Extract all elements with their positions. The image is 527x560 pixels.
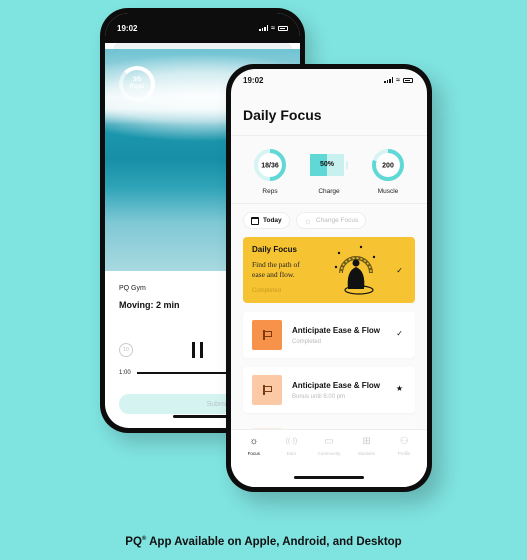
calendar-icon bbox=[251, 216, 259, 225]
page-title: Daily Focus bbox=[231, 91, 427, 136]
task-title: Anticipate Ease & Flow bbox=[292, 325, 381, 335]
caption-text: App Available on Apple, Android, and Des… bbox=[146, 536, 402, 548]
reps-label: Reps bbox=[262, 188, 278, 195]
flag-icon-tile bbox=[252, 375, 282, 405]
system-icons: ≈ bbox=[384, 77, 413, 84]
status-time: 19:02 bbox=[243, 75, 264, 85]
tab-label: Earn bbox=[286, 451, 297, 456]
tab-label: Profile bbox=[397, 451, 411, 456]
chat-icon: ▭ bbox=[324, 436, 334, 447]
stats-row: 18/36 Reps 50% Charge 200 Muscle bbox=[231, 136, 427, 204]
pause-icon[interactable] bbox=[192, 342, 204, 358]
rewind-10-icon[interactable]: 10 bbox=[119, 343, 133, 357]
home-indicator bbox=[294, 476, 364, 479]
battery-icon bbox=[278, 25, 288, 31]
reps-ring: 3/5 Reps bbox=[119, 66, 155, 102]
today-label: Today bbox=[263, 217, 282, 224]
home-indicator bbox=[173, 415, 233, 418]
wifi-icon: ≈ bbox=[396, 76, 400, 84]
focus-list: Daily Focus Find the path of ease and fl… bbox=[231, 237, 427, 458]
reps-ring: 18/36 bbox=[254, 149, 286, 181]
sun-icon: ☼ bbox=[249, 436, 259, 447]
task-subtitle: Completed bbox=[292, 338, 322, 345]
change-focus-chip[interactable]: ☼ Change Focus bbox=[295, 212, 367, 229]
signal-icon bbox=[259, 25, 269, 31]
system-icons: ≈ bbox=[259, 25, 288, 32]
tab-focus[interactable]: ☼ Focus bbox=[237, 436, 271, 456]
today-chip[interactable]: Today bbox=[243, 212, 290, 229]
charge-value: 50% bbox=[319, 161, 334, 168]
muscle-value: 200 bbox=[382, 163, 394, 170]
meditation-illustration-icon bbox=[334, 245, 376, 295]
flag-icon bbox=[262, 330, 272, 340]
signal-icon bbox=[384, 77, 394, 83]
stat-reps: 18/36 Reps bbox=[245, 148, 295, 195]
bottom-tab-bar: ☼ Focus ((·)) Earn ▭ Community ⊞ Modules… bbox=[231, 429, 427, 487]
front-phone: 19:02 ≈ Daily Focus 18/36 Reps 50% Charg… bbox=[226, 64, 432, 492]
tab-earn[interactable]: ((·)) Earn bbox=[274, 436, 308, 456]
tab-community[interactable]: ▭ Community bbox=[312, 436, 346, 456]
charge-battery: 50% bbox=[310, 154, 348, 176]
flag-icon-tile bbox=[252, 320, 282, 350]
status-bar: 19:02 ≈ bbox=[105, 13, 300, 43]
focus-card-text: Find the path of ease and flow. bbox=[252, 260, 300, 279]
grid-icon: ⊞ bbox=[362, 436, 371, 447]
reps-value: 18/36 bbox=[261, 163, 279, 170]
reps-value: 3/5 bbox=[132, 77, 142, 83]
check-icon: ✓ bbox=[396, 329, 403, 338]
wifi-icon: ≈ bbox=[271, 24, 275, 32]
muscle-label: Muscle bbox=[377, 188, 399, 195]
tab-modules[interactable]: ⊞ Modules bbox=[350, 436, 384, 456]
tab-label: Modules bbox=[358, 451, 376, 456]
tab-profile[interactable]: ⚇ Profile bbox=[387, 436, 421, 456]
muscle-ring: 200 bbox=[372, 149, 404, 181]
focus-card-title: Daily Focus bbox=[252, 245, 297, 254]
star-icon: ★ bbox=[395, 384, 403, 393]
status-time: 19:02 bbox=[117, 23, 138, 33]
status-bar: 19:02 ≈ bbox=[231, 69, 427, 91]
tab-label: Community bbox=[317, 451, 341, 456]
task-item[interactable]: Anticipate Ease & Flow Bonus until 6:00 … bbox=[243, 367, 415, 413]
sun-icon: ☼ bbox=[303, 215, 312, 226]
filter-chips: Today ☼ Change Focus bbox=[231, 204, 427, 237]
front-phone-screen: 19:02 ≈ Daily Focus 18/36 Reps 50% Charg… bbox=[231, 69, 427, 487]
rewind-label: 10 bbox=[123, 347, 129, 353]
daily-focus-card[interactable]: Daily Focus Find the path of ease and fl… bbox=[243, 237, 415, 303]
stat-muscle: 200 Muscle bbox=[363, 148, 413, 195]
flag-icon bbox=[262, 385, 272, 395]
task-title: Anticipate Ease & Flow bbox=[292, 380, 381, 390]
elapsed-time: 1:00 bbox=[119, 370, 131, 376]
stat-charge: 50% Charge bbox=[304, 148, 354, 195]
task-subtitle: Bonus until 6:00 pm bbox=[292, 393, 346, 400]
tab-label: Focus bbox=[247, 451, 260, 456]
change-focus-label: Change Focus bbox=[315, 217, 359, 224]
focus-card-status: Completed bbox=[252, 288, 282, 294]
reps-label: Reps bbox=[129, 84, 145, 90]
caption: PQ® App Available on Apple, Android, and… bbox=[0, 536, 527, 548]
user-icon: ⚇ bbox=[399, 436, 409, 447]
pulse-icon: ((·)) bbox=[285, 438, 298, 445]
charge-label: Charge bbox=[318, 188, 340, 195]
check-icon: ✓ bbox=[396, 266, 403, 275]
brand-name: PQ bbox=[125, 536, 142, 548]
task-item[interactable]: Anticipate Ease & Flow Completed ✓ bbox=[243, 312, 415, 358]
battery-icon bbox=[403, 77, 413, 83]
